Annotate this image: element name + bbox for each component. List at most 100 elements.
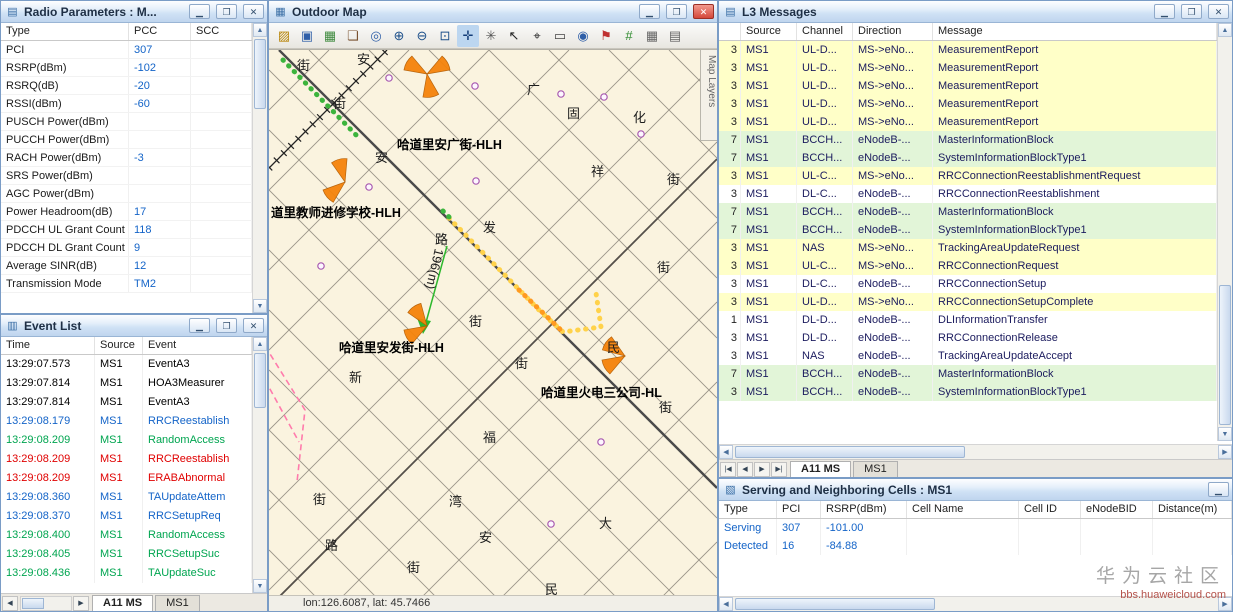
minimize-button[interactable]: ▁ bbox=[639, 4, 660, 19]
radio-table-row[interactable]: Average SINR(dB) 12 bbox=[1, 257, 252, 275]
minimize-button[interactable]: ▁ bbox=[1154, 4, 1175, 19]
scroll-thumb[interactable] bbox=[735, 446, 965, 458]
hscroll-right-icon[interactable]: ▶ bbox=[73, 596, 89, 611]
close-button[interactable]: ✕ bbox=[1208, 4, 1229, 19]
zoom-in-button[interactable]: ⊕ bbox=[388, 25, 410, 47]
pan-button[interactable]: ✛ bbox=[457, 24, 479, 47]
serving-cell-row[interactable]: Detected 16 -84.88 bbox=[719, 537, 1232, 555]
pointer-button[interactable]: ↖ bbox=[503, 25, 525, 47]
event-row[interactable]: 13:29:08.209 MS1 ERABAbnormal bbox=[1, 469, 252, 488]
event-row[interactable]: 13:29:08.370 MS1 RRCSetupReq bbox=[1, 507, 252, 526]
event-row[interactable]: 13:29:08.405 MS1 RRCSetupSuc bbox=[1, 545, 252, 564]
radio-table-row[interactable]: Transmission Mode TM2 bbox=[1, 275, 252, 293]
map-window-titlebar[interactable]: ▦ Outdoor Map ▁ ❐ ✕ bbox=[269, 1, 717, 23]
close-button[interactable]: ✕ bbox=[243, 318, 264, 333]
measure-button[interactable]: ▭ bbox=[549, 25, 571, 47]
event-row[interactable]: 13:29:08.179 MS1 RRCReestablish bbox=[1, 412, 252, 431]
scroll-up-icon[interactable]: ▲ bbox=[253, 337, 267, 351]
l3-message-row[interactable]: 3 MS1 UL-C... MS->eNo... RRCConnectionRe… bbox=[719, 167, 1217, 185]
save-button[interactable]: ▣ bbox=[296, 25, 318, 47]
l3-message-row[interactable]: 7 MS1 BCCH... eNodeB-... SystemInformati… bbox=[719, 149, 1217, 167]
event-row[interactable]: 13:29:08.400 MS1 RandomAccess bbox=[1, 526, 252, 545]
l3-message-row[interactable]: 3 MS1 UL-D... MS->eNo... MeasurementRepo… bbox=[719, 77, 1217, 95]
radio-vertical-scrollbar[interactable]: ▲ ▼ bbox=[252, 23, 267, 313]
hscroll-left-icon[interactable]: ◀ bbox=[719, 597, 733, 611]
track-pointer-button[interactable]: ⌖ bbox=[526, 25, 548, 47]
minimize-button[interactable]: ▁ bbox=[1208, 482, 1229, 497]
l3-message-row[interactable]: 7 MS1 BCCH... eNodeB-... MasterInformati… bbox=[719, 203, 1217, 221]
radio-table-row[interactable]: RSSI(dBm) -60 bbox=[1, 95, 252, 113]
radio-table-row[interactable]: PUSCH Power(dBm) bbox=[1, 113, 252, 131]
map-viewport[interactable]: 街 安 街 广 固 化 安 祥 街 发 路 街 街 街 新 民 街 福 湾 安 bbox=[269, 49, 717, 595]
l3-message-row[interactable]: 3 MS1 DL-C... eNodeB-... RRCConnectionSe… bbox=[719, 275, 1217, 293]
serving-horizontal-scrollbar[interactable]: ◀ ▶ bbox=[719, 596, 1232, 611]
l3-message-row[interactable]: 3 MS1 UL-D... MS->eNo... MeasurementRepo… bbox=[719, 59, 1217, 77]
l3-message-row[interactable]: 3 MS1 NAS eNodeB-... TrackingAreaUpdateA… bbox=[719, 347, 1217, 365]
scroll-thumb[interactable] bbox=[22, 598, 44, 609]
l3-message-row[interactable]: 3 MS1 UL-D... MS->eNo... RRCConnectionSe… bbox=[719, 293, 1217, 311]
l3-message-row[interactable]: 3 MS1 UL-D... MS->eNo... MeasurementRepo… bbox=[719, 41, 1217, 59]
export-image-button[interactable]: ▦ bbox=[319, 25, 341, 47]
l3-message-row[interactable]: 3 MS1 NAS MS->eNo... TrackingAreaUpdateR… bbox=[719, 239, 1217, 257]
scroll-down-icon[interactable]: ▼ bbox=[253, 299, 267, 313]
radio-table-row[interactable]: RSRP(dBm) -102 bbox=[1, 59, 252, 77]
radio-table-row[interactable]: PDCCH DL Grant Count 9 bbox=[1, 239, 252, 257]
tab-first-icon[interactable]: |◀ bbox=[720, 462, 736, 477]
hscroll-left-icon[interactable]: ◀ bbox=[2, 596, 18, 611]
l3-message-row[interactable]: 7 MS1 BCCH... eNodeB-... MasterInformati… bbox=[719, 131, 1217, 149]
flag-button[interactable]: ⚑ bbox=[595, 25, 617, 47]
scroll-down-icon[interactable]: ▼ bbox=[253, 579, 267, 593]
tab-all-ms[interactable]: A11 MS bbox=[92, 595, 154, 611]
event-row[interactable]: 13:29:08.209 MS1 RRCReestablish bbox=[1, 450, 252, 469]
restore-button[interactable]: ❐ bbox=[1181, 4, 1202, 19]
radio-table-row[interactable]: PUCCH Power(dBm) bbox=[1, 131, 252, 149]
restore-button[interactable]: ❐ bbox=[216, 318, 237, 333]
tab-next-icon[interactable]: ▶ bbox=[754, 462, 770, 477]
l3-vertical-scrollbar[interactable]: ▲ ▼ bbox=[1217, 23, 1232, 441]
hscroll-right-icon[interactable]: ▶ bbox=[1218, 597, 1232, 611]
l3-message-row[interactable]: 3 MS1 UL-D... MS->eNo... MeasurementRepo… bbox=[719, 113, 1217, 131]
globe-button[interactable]: ◉ bbox=[572, 25, 594, 47]
event-row[interactable]: 13:29:07.814 MS1 EventA3 bbox=[1, 393, 252, 412]
l3-message-row[interactable]: 7 MS1 BCCH... eNodeB-... MasterInformati… bbox=[719, 365, 1217, 383]
scroll-up-icon[interactable]: ▲ bbox=[253, 23, 267, 37]
scroll-up-icon[interactable]: ▲ bbox=[1218, 23, 1232, 37]
report-button[interactable]: ▤ bbox=[664, 25, 686, 47]
event-vertical-scrollbar[interactable]: ▲ ▼ bbox=[252, 337, 267, 593]
scroll-thumb[interactable] bbox=[735, 598, 935, 610]
layers-button[interactable]: ❏ bbox=[342, 25, 364, 47]
hscroll-left-icon[interactable]: ◀ bbox=[719, 445, 733, 459]
radio-table-row[interactable]: PDCCH UL Grant Count 118 bbox=[1, 221, 252, 239]
radio-window-titlebar[interactable]: ▤ Radio Parameters : M... ▁ ❐ ✕ bbox=[1, 1, 267, 23]
tab-last-icon[interactable]: ▶| bbox=[771, 462, 787, 477]
event-row[interactable]: 13:29:07.814 MS1 HOA3Measurer bbox=[1, 374, 252, 393]
radio-table-row[interactable]: RACH Power(dBm) -3 bbox=[1, 149, 252, 167]
event-row[interactable]: 13:29:08.209 MS1 RandomAccess bbox=[1, 431, 252, 450]
event-horizontal-scrollbar[interactable] bbox=[20, 596, 72, 611]
scroll-thumb[interactable] bbox=[254, 39, 266, 109]
tab-ms1[interactable]: MS1 bbox=[853, 461, 898, 477]
restore-button[interactable]: ❐ bbox=[216, 4, 237, 19]
open-button[interactable]: ▨ bbox=[273, 25, 295, 47]
tab-ms1[interactable]: MS1 bbox=[155, 595, 200, 611]
hscroll-right-icon[interactable]: ▶ bbox=[1218, 445, 1232, 459]
l3-window-titlebar[interactable]: ▤ L3 Messages ▁ ❐ ✕ bbox=[719, 1, 1232, 23]
serving-window-titlebar[interactable]: ▧ Serving and Neighboring Cells : MS1 ▁ bbox=[719, 479, 1232, 501]
close-button[interactable]: ✕ bbox=[693, 4, 714, 19]
l3-message-row[interactable]: 3 MS1 UL-D... MS->eNo... MeasurementRepo… bbox=[719, 95, 1217, 113]
scroll-down-icon[interactable]: ▼ bbox=[1218, 427, 1232, 441]
scroll-thumb[interactable] bbox=[254, 353, 266, 408]
radio-table-row[interactable]: AGC Power(dBm) bbox=[1, 185, 252, 203]
l3-message-row[interactable]: 3 MS1 DL-C... eNodeB-... RRCConnectionRe… bbox=[719, 185, 1217, 203]
serving-cell-row[interactable]: Serving 307 -101.00 bbox=[719, 519, 1232, 537]
find-button[interactable]: ◎ bbox=[365, 25, 387, 47]
radio-table-row[interactable]: Power Headroom(dB) 17 bbox=[1, 203, 252, 221]
zoom-out-button[interactable]: ⊖ bbox=[411, 25, 433, 47]
l3-message-row[interactable]: 3 MS1 BCCH... eNodeB-... SystemInformati… bbox=[719, 383, 1217, 401]
grid-button[interactable]: # bbox=[618, 25, 640, 47]
radio-table-row[interactable]: SRS Power(dBm) bbox=[1, 167, 252, 185]
tab-all-ms[interactable]: A11 MS bbox=[790, 461, 852, 477]
radio-table-row[interactable]: PCI 307 bbox=[1, 41, 252, 59]
event-row[interactable]: 13:29:07.573 MS1 EventA3 bbox=[1, 355, 252, 374]
event-row[interactable]: 13:29:08.436 MS1 TAUpdateSuc bbox=[1, 564, 252, 583]
